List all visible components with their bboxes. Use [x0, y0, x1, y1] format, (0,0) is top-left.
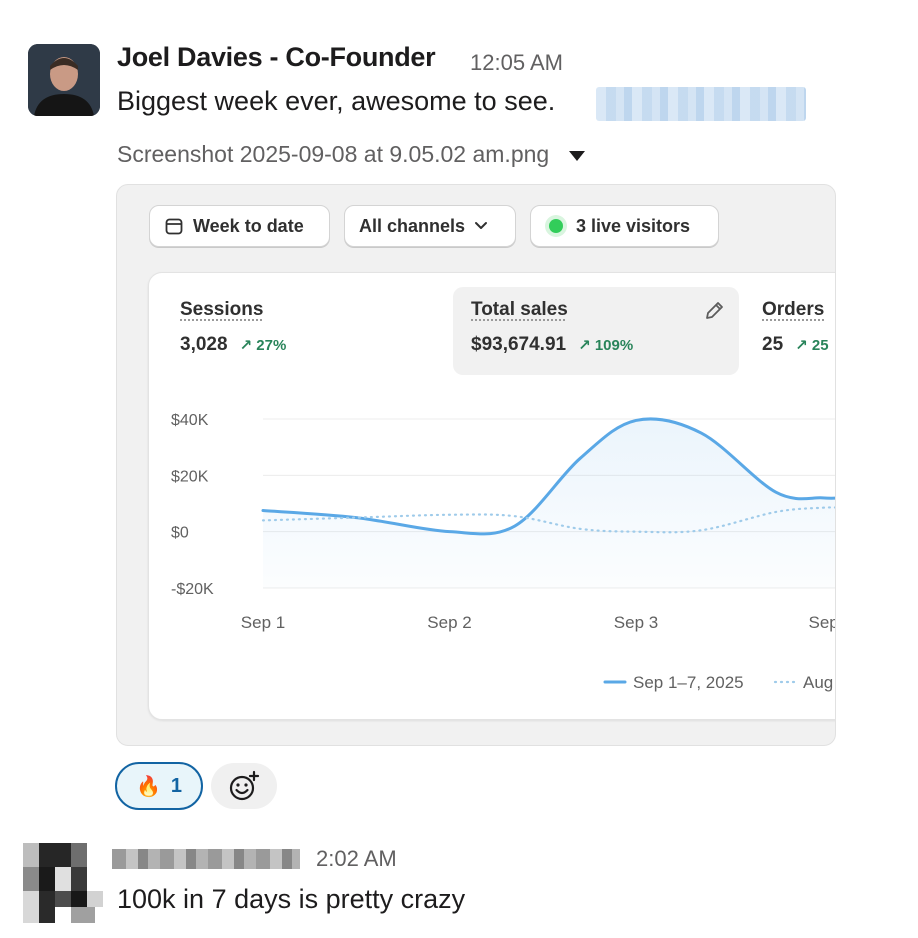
reaction-fire[interactable]: 🔥 1 [115, 762, 203, 810]
live-visitors-label: 3 live visitors [576, 215, 691, 236]
channels-label: All channels [359, 215, 466, 236]
y-tick-label: $40K [171, 412, 209, 429]
reaction-count: 1 [170, 774, 183, 797]
avatar-user2[interactable] [23, 843, 103, 923]
add-reaction-button[interactable] [211, 763, 277, 809]
pixelated-avatar [23, 843, 103, 923]
redacted-link[interactable] [596, 87, 806, 121]
message-text: 100k in 7 days is pretty crazy [117, 884, 466, 914]
x-tick-label: Sep 1 [241, 613, 285, 632]
redacted-author-name[interactable] [112, 849, 300, 869]
x-tick-label: Sep 2 [427, 613, 471, 632]
message-timestamp[interactable]: 12:05 AM [470, 50, 563, 76]
series-area [263, 418, 835, 588]
message-author[interactable]: Joel Davies - Co-Founder [117, 42, 436, 73]
y-tick-label: -$20K [171, 581, 214, 598]
x-tick-label: Sep [809, 613, 837, 632]
legend-label: Sep 1–7, 2025 [633, 673, 744, 692]
fire-emoji-icon: 🔥 [135, 775, 161, 798]
legend-label: Aug [803, 673, 833, 692]
attachment-header[interactable]: Screenshot 2025-09-08 at 9.05.02 am.png [117, 141, 586, 168]
message-text: Biggest week ever, awesome to see. [117, 86, 556, 116]
avatar-joel[interactable] [28, 44, 100, 116]
live-visitors-button[interactable]: 3 live visitors [530, 205, 719, 247]
caret-down-icon[interactable] [569, 150, 586, 161]
avatar-photo [28, 44, 100, 116]
y-tick-label: $20K [171, 468, 209, 485]
attachment-image[interactable]: Week to date All channels 3 live visitor… [116, 184, 836, 746]
chevron-down-icon [475, 222, 488, 229]
x-tick-label: Sep 3 [614, 613, 658, 632]
message-timestamp[interactable]: 2:02 AM [316, 846, 397, 872]
sales-line-chart: $40K $20K $0 -$20K Sep 1 Sep 2 Sep 3 Sep Sep 1–7… [171, 412, 837, 692]
analytics-card: Sessions 3,028 ↗ 27% Total sales $93,674… [148, 272, 837, 720]
add-emoji-icon [229, 770, 260, 801]
y-tick-label: $0 [171, 525, 189, 542]
calendar-icon [165, 218, 183, 235]
date-range-label: Week to date [193, 215, 304, 236]
date-range-button[interactable]: Week to date [149, 205, 330, 247]
attachment-filename[interactable]: Screenshot 2025-09-08 at 9.05.02 am.png [117, 141, 549, 168]
channels-dropdown[interactable]: All channels [344, 205, 516, 247]
live-indicator-icon [549, 219, 563, 233]
